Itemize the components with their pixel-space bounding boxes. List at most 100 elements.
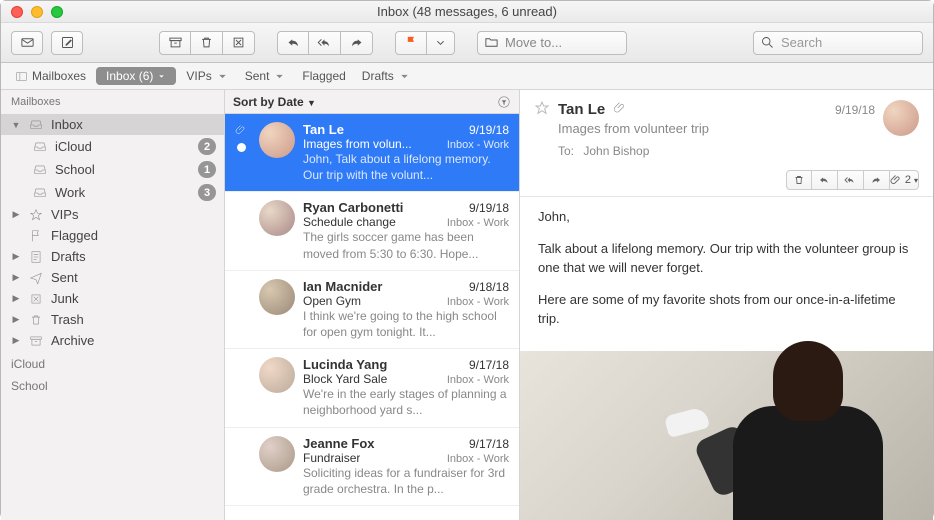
- message-date: 9/19/18: [469, 201, 509, 215]
- window-title: Inbox (48 messages, 6 unread): [1, 4, 933, 19]
- vip-star-button[interactable]: [534, 100, 550, 119]
- sidebar-account-icloud[interactable]: iCloud 2: [1, 135, 224, 158]
- sidebar-section-school[interactable]: School: [1, 373, 224, 395]
- reader-date: 9/19/18: [835, 103, 875, 117]
- sidebar-inbox[interactable]: ▼ Inbox: [1, 114, 224, 135]
- inbox-icon: [31, 163, 49, 177]
- favorites-bar: Mailboxes Inbox (6) VIPs Sent Flagged Dr…: [1, 63, 933, 90]
- disclosure-triangle-icon[interactable]: ▶: [11, 293, 21, 304]
- archive-icon: [27, 334, 45, 348]
- sender-avatar: [259, 279, 295, 315]
- filter-icon[interactable]: [497, 95, 511, 109]
- chevron-down-icon: [398, 70, 411, 83]
- message-mailbox: Inbox - Work: [447, 217, 509, 229]
- message-from: Jeanne Fox: [303, 436, 375, 451]
- message-mailbox: Inbox - Work: [447, 374, 509, 386]
- sidebar-item-drafts[interactable]: ▶ Drafts: [1, 246, 224, 267]
- reader-paragraph: Talk about a lifelong memory. Our trip w…: [538, 239, 915, 278]
- fav-drafts[interactable]: Drafts: [356, 67, 417, 85]
- fav-vips[interactable]: VIPs: [180, 67, 234, 85]
- message-preview: The girls soccer game has been moved fro…: [303, 229, 509, 261]
- sidebar-item-label: Trash: [51, 312, 216, 327]
- sender-avatar: [259, 436, 295, 472]
- sidebar-account-label: Work: [55, 185, 192, 200]
- sender-avatar: [259, 357, 295, 393]
- reader-attachments-button[interactable]: 2▾: [890, 170, 919, 190]
- reader-delete-button[interactable]: [786, 170, 812, 190]
- attachment-icon: [613, 101, 627, 118]
- message-row[interactable]: Ian Macnider9/18/18 Open GymInbox - Work…: [225, 271, 519, 349]
- sidebar-item-label: Flagged: [51, 228, 216, 243]
- junk-icon: [27, 292, 45, 306]
- vips-icon: [27, 208, 45, 222]
- toolbar: Move to... Search: [1, 23, 933, 63]
- fav-drafts-label: Drafts: [362, 69, 394, 83]
- sidebar-account-work[interactable]: Work 3: [1, 181, 224, 204]
- message-row[interactable]: Lucinda Yang9/17/18 Block Yard SaleInbox…: [225, 349, 519, 427]
- message-preview: I think we're going to the high school f…: [303, 308, 509, 340]
- search-field[interactable]: Search: [753, 31, 923, 55]
- unread-badge: 1: [198, 161, 216, 178]
- chevron-down-icon: ▾: [914, 176, 918, 185]
- sidebar-item-trash[interactable]: ▶ Trash: [1, 309, 224, 330]
- sender-avatar: [259, 200, 295, 236]
- flag-menu-button[interactable]: [427, 31, 455, 55]
- drafts-icon: [27, 250, 45, 264]
- message-subject: Open Gym: [303, 294, 361, 308]
- flag-button[interactable]: [395, 31, 427, 55]
- chevron-down-icon: [273, 70, 286, 83]
- reader-body: John, Talk about a lifelong memory. Our t…: [520, 197, 933, 351]
- fav-sent-label: Sent: [245, 69, 270, 83]
- disclosure-triangle-icon[interactable]: ▶: [11, 335, 21, 346]
- disclosure-triangle-icon[interactable]: ▶: [11, 314, 21, 325]
- delete-button[interactable]: [191, 31, 223, 55]
- message-mailbox: Inbox - Work: [447, 139, 509, 151]
- reply-all-button[interactable]: [309, 31, 341, 55]
- sidebar-section-icloud[interactable]: iCloud: [1, 351, 224, 373]
- message-list: Sort by Date ▼ Tan Le9/19/18 Images from…: [225, 90, 520, 520]
- reader-paragraph: John,: [538, 207, 915, 227]
- disclosure-triangle-icon[interactable]: ▶: [11, 272, 21, 283]
- fav-sent[interactable]: Sent: [239, 67, 293, 85]
- disclosure-triangle-icon[interactable]: ▶: [11, 209, 21, 220]
- sidebar-item-label: Archive: [51, 333, 216, 348]
- message-row[interactable]: Tan Le9/19/18 Images from volun...Inbox …: [225, 114, 519, 192]
- trash-icon: [27, 313, 45, 327]
- fav-inbox[interactable]: Inbox (6): [96, 67, 176, 85]
- disclosure-triangle-icon[interactable]: ▼: [11, 120, 21, 130]
- moveto-button[interactable]: Move to...: [477, 31, 627, 55]
- sort-bar[interactable]: Sort by Date ▼: [225, 90, 519, 114]
- sidebar-account-school[interactable]: School 1: [1, 158, 224, 181]
- chevron-down-icon: ▼: [307, 98, 316, 108]
- compose-button[interactable]: [51, 31, 83, 55]
- forward-button[interactable]: [341, 31, 373, 55]
- folder-icon: [484, 35, 499, 50]
- sidebar-item-flagged[interactable]: Flagged: [1, 225, 224, 246]
- sidebar-item-label: Sent: [51, 270, 216, 285]
- reader-to-label: To:: [558, 144, 574, 158]
- message-row[interactable]: Ryan Carbonetti9/19/18 Schedule changeIn…: [225, 192, 519, 270]
- reader-image-attachment[interactable]: [520, 351, 933, 520]
- message-subject: Images from volun...: [303, 137, 412, 151]
- reader-forward-button[interactable]: [864, 170, 890, 190]
- search-icon: [760, 35, 775, 50]
- fav-flagged[interactable]: Flagged: [296, 67, 351, 85]
- mailboxes-toggle[interactable]: Mailboxes: [9, 67, 92, 85]
- sidebar-item-archive[interactable]: ▶ Archive: [1, 330, 224, 351]
- message-subject: Fundraiser: [303, 451, 360, 465]
- archive-button[interactable]: [159, 31, 191, 55]
- junk-button[interactable]: [223, 31, 255, 55]
- flagged-icon: [27, 229, 45, 243]
- get-mail-button[interactable]: [11, 31, 43, 55]
- reply-button[interactable]: [277, 31, 309, 55]
- unread-dot-icon: [237, 143, 246, 152]
- reader-reply-all-button[interactable]: [838, 170, 864, 190]
- message-subject: Schedule change: [303, 215, 396, 229]
- message-preview: We're in the early stages of planning a …: [303, 386, 509, 418]
- sidebar-item-vips[interactable]: ▶ VIPs: [1, 204, 224, 225]
- sidebar-item-junk[interactable]: ▶ Junk: [1, 288, 224, 309]
- sidebar-item-sent[interactable]: ▶ Sent: [1, 267, 224, 288]
- reader-reply-button[interactable]: [812, 170, 838, 190]
- message-row[interactable]: Jeanne Fox9/17/18 FundraiserInbox - Work…: [225, 428, 519, 506]
- disclosure-triangle-icon[interactable]: ▶: [11, 251, 21, 262]
